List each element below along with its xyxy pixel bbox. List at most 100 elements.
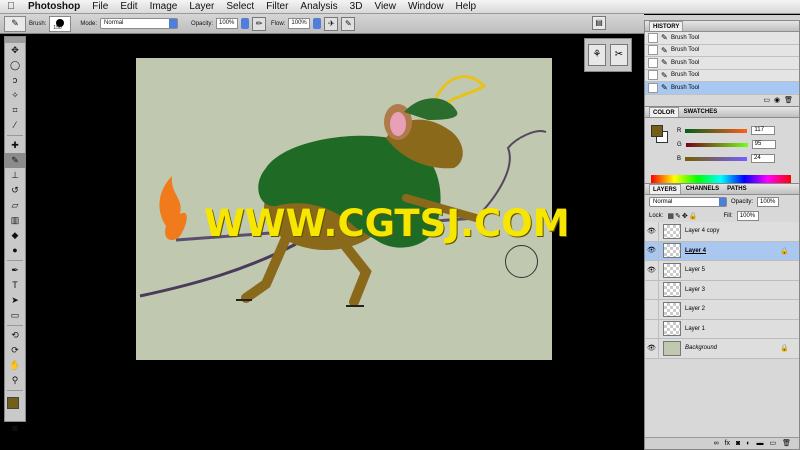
history-item[interactable]: ✎ Brush Tool	[645, 32, 799, 45]
opacity-arrow[interactable]	[241, 18, 250, 29]
healing-tool-icon[interactable]: ✚	[5, 138, 25, 153]
color-foreground-swatch[interactable]	[651, 125, 663, 137]
green-value[interactable]: 95	[751, 140, 776, 149]
layer-row[interactable]: Layer 1	[645, 319, 799, 339]
tab-history[interactable]: HISTORY	[649, 21, 684, 31]
layer-row[interactable]: Layer 2	[645, 299, 799, 320]
tools-panel-icon[interactable]: ✂	[610, 44, 628, 66]
red-slider[interactable]	[685, 128, 748, 133]
lock-pixels-icon[interactable]: ✎	[675, 212, 681, 220]
blue-slider[interactable]	[685, 156, 748, 161]
mode-select[interactable]: Normal	[100, 18, 179, 29]
magic-wand-tool-icon[interactable]: ✧	[5, 88, 25, 103]
flow-field[interactable]: 100%	[288, 18, 311, 29]
path-selection-tool-icon[interactable]: ➤	[5, 293, 25, 308]
history-source-checkbox[interactable]	[648, 70, 658, 81]
zoom-tool-icon[interactable]: ⚲	[5, 373, 25, 388]
gradient-tool-icon[interactable]: ▥	[5, 213, 25, 228]
opacity-field[interactable]: 100%	[216, 18, 239, 29]
layer-row-selected[interactable]: 👁 Layer 4 🔒	[645, 241, 799, 261]
history-source-checkbox[interactable]	[648, 57, 658, 68]
fx-icon[interactable]: fx	[725, 438, 730, 449]
lock-transparency-icon[interactable]: ▦	[667, 212, 674, 220]
delete-layer-icon[interactable]: 🗑	[782, 438, 791, 449]
tab-layers[interactable]: LAYERS	[649, 184, 681, 194]
blur-tool-icon[interactable]: ◆	[5, 228, 25, 243]
fill-field[interactable]: 100%	[736, 211, 759, 221]
stamp-tool-icon[interactable]: ⊥	[5, 168, 25, 183]
tab-paths[interactable]: PATHS	[724, 184, 749, 194]
pen-tool-icon[interactable]: ✒	[5, 263, 25, 278]
dodge-tool-icon[interactable]: ●	[5, 243, 25, 258]
history-source-checkbox[interactable]	[648, 45, 658, 56]
visibility-eye-icon[interactable]: 👁	[645, 221, 659, 241]
menu-help[interactable]: Help	[450, 0, 483, 14]
lock-all-icon[interactable]: 🔒	[689, 212, 698, 220]
tablet-size-icon[interactable]: ✎	[341, 16, 356, 31]
red-value[interactable]: 117	[751, 126, 776, 135]
visibility-empty-toggle[interactable]	[645, 319, 659, 339]
eraser-tool-icon[interactable]: ▱	[5, 198, 25, 213]
brushes-panel-icon[interactable]: ⚘	[588, 44, 606, 66]
visibility-eye-icon[interactable]: 👁	[645, 260, 659, 280]
green-slider[interactable]	[685, 142, 748, 147]
flow-arrow[interactable]	[313, 18, 322, 29]
menu-image[interactable]: Image	[144, 0, 184, 14]
menu-edit[interactable]: Edit	[114, 0, 143, 14]
eyedropper-tool-icon[interactable]: ⁄	[5, 118, 25, 133]
color-spectrum-bar[interactable]	[651, 175, 791, 183]
menu-3d[interactable]: 3D	[344, 0, 369, 14]
shape-tool-icon[interactable]: ▭	[5, 308, 25, 323]
delete-icon[interactable]: 🗑	[784, 95, 793, 106]
3d-rotate-tool-icon[interactable]: ⟲	[5, 328, 25, 343]
panel-toggle-icon[interactable]: ▤	[592, 16, 606, 30]
visibility-eye-icon[interactable]: 👁	[645, 338, 659, 358]
history-brush-tool-icon[interactable]: ↺	[5, 183, 25, 198]
layer-row-background[interactable]: 👁 Background 🔒	[645, 338, 799, 359]
layer-row[interactable]: 👁 Layer 4 copy	[645, 221, 799, 242]
3d-orbit-tool-icon[interactable]: ⟳	[5, 343, 25, 358]
history-source-checkbox[interactable]	[648, 82, 658, 93]
tab-swatches[interactable]: SWATCHES	[681, 107, 721, 117]
hand-tool-icon[interactable]: ✋	[5, 358, 25, 373]
menu-window[interactable]: Window	[402, 0, 450, 14]
airbrush-icon[interactable]: ✈	[324, 16, 339, 31]
add-mask-icon[interactable]: ◙	[736, 438, 740, 449]
tab-color[interactable]: COLOR	[649, 107, 679, 117]
new-group-icon[interactable]: ▬	[756, 438, 763, 449]
marquee-tool-icon[interactable]: ◯	[5, 58, 25, 73]
brush-picker[interactable]: 150	[49, 15, 72, 32]
blend-mode-select[interactable]: Normal	[649, 197, 727, 207]
tablet-opacity-icon[interactable]: ✏	[252, 16, 267, 31]
adjustment-layer-icon[interactable]: ◐	[746, 438, 750, 449]
layer-opacity-field[interactable]: 100%	[757, 197, 780, 207]
layer-row[interactable]: 👁 Layer 5	[645, 260, 799, 281]
visibility-eye-icon[interactable]: 👁	[645, 241, 659, 261]
layer-row[interactable]: Layer 3	[645, 280, 799, 300]
move-tool-icon[interactable]: ✥	[5, 43, 25, 58]
blue-value[interactable]: 24	[751, 154, 776, 163]
snapshot-icon[interactable]: ◉	[774, 95, 780, 106]
history-item[interactable]: ✎ Brush Tool	[645, 69, 799, 82]
history-source-checkbox[interactable]	[648, 32, 658, 43]
type-tool-icon[interactable]: T	[5, 278, 25, 293]
new-layer-icon[interactable]: ▭	[769, 438, 776, 449]
menu-select[interactable]: Select	[220, 0, 260, 14]
menu-analysis[interactable]: Analysis	[294, 0, 343, 14]
lasso-tool-icon[interactable]: ↄ	[5, 73, 25, 88]
menu-layer[interactable]: Layer	[183, 0, 220, 14]
visibility-empty-toggle[interactable]	[645, 299, 659, 319]
tab-channels[interactable]: CHANNELS	[683, 184, 722, 194]
menu-view[interactable]: View	[368, 0, 402, 14]
tool-preset-picker[interactable]: ✎	[4, 15, 26, 32]
visibility-empty-toggle[interactable]	[645, 280, 659, 300]
apple-menu-icon[interactable]: 	[0, 1, 22, 12]
quick-mask-icon[interactable]: ◙	[5, 421, 25, 436]
menu-filter[interactable]: Filter	[260, 0, 294, 14]
menu-file[interactable]: File	[86, 0, 114, 14]
foreground-color-swatch[interactable]	[7, 397, 19, 409]
crop-tool-icon[interactable]: ⌗	[5, 103, 25, 118]
menu-app-name[interactable]: Photoshop	[22, 0, 86, 14]
history-item-selected[interactable]: ✎ Brush Tool	[645, 82, 799, 95]
new-document-icon[interactable]: ▭	[763, 95, 770, 106]
